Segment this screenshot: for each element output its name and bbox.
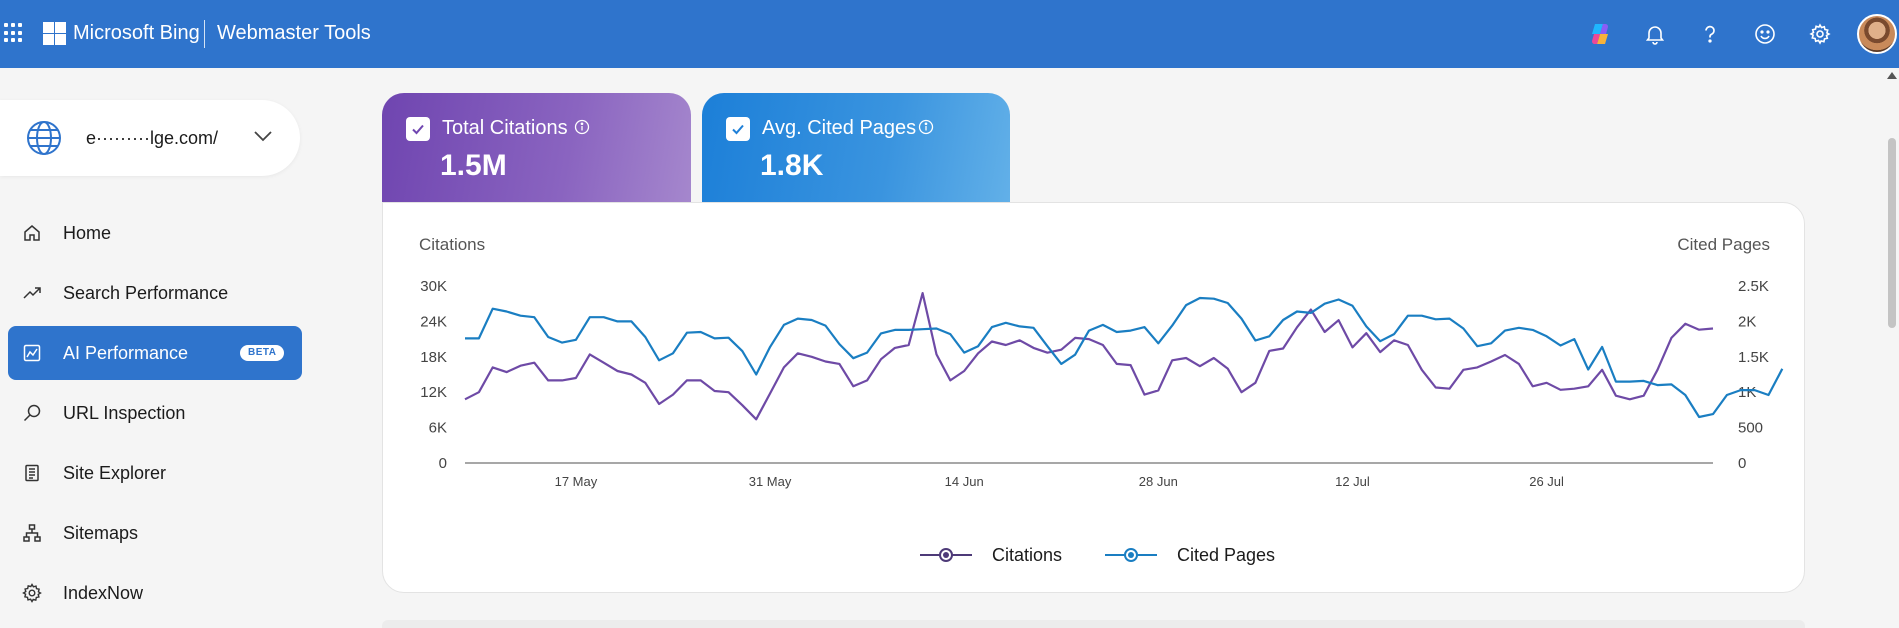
line-chart: Citations Cited Pages 0 0 6K 500 12K 1K 18K 1.5K 2…: [419, 235, 1784, 489]
metric-value: 1.8K: [760, 149, 824, 182]
copilot-icon[interactable]: [1586, 20, 1614, 48]
document-icon: [25, 464, 39, 482]
brand-name[interactable]: Microsoft Bing: [73, 22, 200, 45]
info-icon[interactable]: [918, 119, 934, 135]
metric-label: Avg. Cited Pages: [762, 117, 917, 139]
y-tick-label-left: 6K: [429, 420, 447, 437]
sidebar: e·········lge.com/ Home Search Performan…: [0, 68, 310, 625]
y-tick-label-left: 30K: [420, 278, 447, 295]
y-axis-title-right: Cited Pages: [1677, 235, 1770, 254]
y-tick-label-left: 18K: [420, 349, 447, 366]
y-tick-label-right: 1.5K: [1738, 349, 1769, 366]
chevron-down-icon[interactable]: [252, 128, 274, 144]
beta-badge: BETA: [240, 345, 285, 361]
check-icon: [732, 124, 744, 135]
feedback-icon[interactable]: [1751, 20, 1779, 48]
metric-tab-avg-cited-pages[interactable]: Avg. Cited Pages 1.8K: [702, 93, 1010, 202]
avatar[interactable]: [1857, 14, 1897, 54]
sidebar-item-indexnow[interactable]: IndexNow: [8, 566, 302, 620]
series-line-cited-pages: [465, 296, 1784, 419]
metric-value: 1.5M: [440, 149, 507, 182]
sidebar-item-home[interactable]: Home: [8, 206, 302, 260]
sidebar-item-sitemaps[interactable]: Sitemaps: [8, 506, 302, 560]
help-icon[interactable]: [1696, 20, 1724, 48]
y-tick-label-right: 500: [1738, 420, 1763, 437]
x-tick-label: 12 Jul: [1335, 474, 1370, 489]
x-tick-label: 17 May: [555, 474, 598, 489]
chart-card: Citations Cited Pages 0 0 6K 500 12K 1K 18K 1.5K 2…: [382, 202, 1805, 593]
bell-icon[interactable]: [1641, 20, 1669, 48]
legend-marker-citations: [920, 548, 972, 562]
sidebar-item-label: Search Performance: [63, 283, 229, 303]
home-icon: [24, 225, 40, 241]
sidebar-item-ai-performance[interactable]: AI Performance BETA: [8, 326, 302, 380]
x-tick-label: 14 Jun: [945, 474, 984, 489]
total-citations-checkbox[interactable]: [406, 117, 430, 141]
y-tick-label-right: 0: [1738, 455, 1746, 472]
sidebar-item-label: AI Performance: [63, 343, 189, 363]
check-icon: [412, 124, 424, 135]
y-tick-label-left: 24K: [420, 313, 447, 330]
ai-chart-icon: [23, 344, 41, 362]
avg-cited-pages-checkbox[interactable]: [726, 117, 750, 141]
x-tick-label: 26 Jul: [1529, 474, 1564, 489]
sidebar-item-label: URL Inspection: [63, 403, 186, 423]
brand-divider: [204, 20, 205, 48]
sidebar-item-label: IndexNow: [63, 583, 144, 603]
top-bar: Microsoft Bing Webmaster Tools: [0, 0, 1899, 68]
sidebar-item-label: Sitemaps: [63, 523, 139, 543]
metric-label: Total Citations: [442, 117, 568, 139]
scroll-thumb[interactable]: [1888, 138, 1896, 328]
search-icon: [23, 404, 41, 422]
legend-label: Cited Pages: [1177, 544, 1276, 565]
y-tick-label-right: 2K: [1738, 313, 1756, 330]
y-tick-label-left: 0: [439, 455, 447, 472]
site-name: e·········lge.com/: [86, 128, 218, 148]
x-tick-label: 28 Jun: [1139, 474, 1178, 489]
next-card-edge: [382, 620, 1805, 628]
legend-marker-cited-pages: [1105, 548, 1157, 562]
gear-icon: [22, 583, 42, 603]
trend-icon: [23, 287, 41, 299]
microsoft-logo-icon: [43, 22, 66, 45]
y-axis-title-left: Citations: [419, 235, 485, 254]
x-tick-label: 31 May: [749, 474, 792, 489]
product-name[interactable]: Webmaster Tools: [217, 22, 371, 45]
sidebar-item-site-explorer[interactable]: Site Explorer: [8, 446, 302, 500]
metric-tab-total-citations[interactable]: Total Citations 1.5M: [382, 93, 691, 202]
sidebar-item-label: Site Explorer: [63, 463, 167, 483]
series-line-citations: [464, 291, 1714, 421]
legend-label: Citations: [992, 544, 1063, 565]
sidebar-item-url-inspection[interactable]: URL Inspection: [8, 386, 302, 440]
globe-icon: [27, 121, 61, 155]
app-launcher-icon[interactable]: [4, 23, 24, 43]
legend-citations[interactable]: Citations: [918, 540, 1062, 570]
sidebar-item-search-performance[interactable]: Search Performance: [8, 266, 302, 320]
sitemap-icon: [23, 524, 41, 542]
scroll-up-arrow-icon[interactable]: [1887, 72, 1897, 79]
scrollbar[interactable]: [1885, 68, 1899, 625]
gear-icon[interactable]: [1806, 20, 1834, 48]
y-tick-label-left: 12K: [420, 384, 447, 401]
site-selector[interactable]: e·········lge.com/: [0, 100, 300, 176]
info-icon[interactable]: [574, 119, 590, 135]
y-tick-label-right: 2.5K: [1738, 278, 1769, 295]
y-tick-label-right: 1K: [1738, 384, 1756, 401]
sidebar-item-label: Home: [63, 223, 112, 243]
legend-cited-pages[interactable]: Cited Pages: [1103, 540, 1275, 570]
